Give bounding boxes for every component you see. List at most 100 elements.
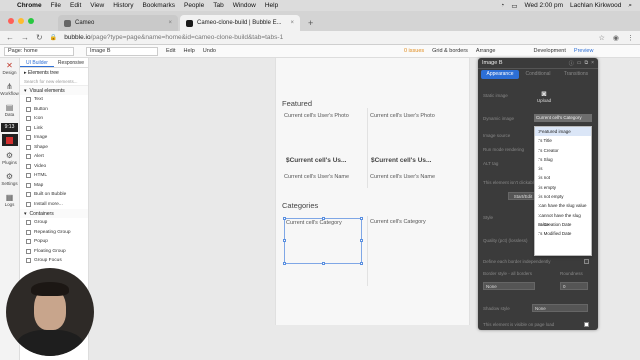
dropdown-option[interactable]: :is not empty <box>535 192 591 201</box>
dropdown-option[interactable]: :'s Title <box>535 136 591 145</box>
palette-item-install-more-[interactable]: Install more... <box>20 200 88 210</box>
dropdown-option[interactable]: :is <box>535 164 591 173</box>
browser-tab-cameo[interactable]: Cameo × <box>58 15 178 31</box>
palette-item-shape[interactable]: Shape <box>20 143 88 153</box>
palette-item-built-on-bubble[interactable]: Built on Bubble <box>20 190 88 200</box>
star-icon[interactable]: ☆ <box>599 34 605 42</box>
elements-tree-toggle[interactable]: ▸ Elements tree <box>20 68 88 78</box>
featured-name-bold-2[interactable]: $Current cell's Us... <box>371 157 431 164</box>
record-stop-button[interactable] <box>1 134 18 146</box>
dropdown-option[interactable]: :can have the slug value <box>535 201 591 210</box>
featured-name-2[interactable]: Current cell's User's Name <box>370 174 435 180</box>
palette-container-repeating-group[interactable]: Repeating Group <box>20 228 88 238</box>
resize-handle[interactable] <box>360 262 363 265</box>
resize-handle[interactable] <box>360 239 363 242</box>
borders-independent-checkbox[interactable] <box>584 259 589 264</box>
palette-container-group-focus[interactable]: Group Focus <box>20 256 88 266</box>
page-canvas[interactable]: Featured Current cell's User's Photo Cur… <box>275 58 470 325</box>
featured-name-1[interactable]: Current cell's User's Name <box>284 174 349 180</box>
menu-item-file[interactable]: File <box>51 2 61 9</box>
close-tab-icon[interactable]: × <box>290 20 294 26</box>
back-icon[interactable]: ← <box>6 33 14 42</box>
nav-logs[interactable]: ▦ Logs <box>0 190 19 211</box>
resize-handle[interactable] <box>322 217 325 220</box>
menu-item-tab[interactable]: Tab <box>213 2 223 9</box>
containers-header[interactable]: ▾ Containers <box>20 209 88 218</box>
palette-item-link[interactable]: Link <box>20 124 88 134</box>
palette-item-image[interactable]: Image <box>20 133 88 143</box>
palette-item-icon[interactable]: Icon <box>20 114 88 124</box>
palette-item-alert[interactable]: Alert <box>20 152 88 162</box>
selected-image-b[interactable]: Current cell's Category <box>283 217 363 265</box>
dropdown-option[interactable]: :'s Creator <box>535 146 591 155</box>
resize-handle[interactable] <box>283 217 286 220</box>
user-name[interactable]: Lachlan Kirkwood <box>570 2 621 9</box>
visual-elements-header[interactable]: ▾ Visual elements <box>20 86 88 95</box>
palette-container-popup[interactable]: Popup <box>20 237 88 247</box>
url-field[interactable]: bubble.io/page?type=page&name=home&id=ca… <box>64 34 283 41</box>
categories-heading[interactable]: Categories <box>282 201 318 210</box>
tab-appearance[interactable]: Appearance <box>481 70 519 79</box>
browser-tab-bubble[interactable]: Cameo-clone-build | Bubble E... × <box>180 15 300 31</box>
palette-item-text[interactable]: Text <box>20 95 88 105</box>
nav-workflow[interactable]: ⋔ Workflow <box>0 79 19 100</box>
tab-transitions[interactable]: Transitions <box>557 70 595 79</box>
close-icon[interactable]: × <box>591 60 594 67</box>
tab-ui-builder[interactable]: UI Builder <box>20 58 54 67</box>
shadow-style-select[interactable]: None <box>532 304 588 312</box>
menu-item-bookmarks[interactable]: Bookmarks <box>142 2 175 9</box>
preview-button[interactable]: Preview <box>570 48 598 54</box>
search-icon[interactable]: ⌕ <box>628 2 632 10</box>
featured-photo-2[interactable]: Current cell's User's Photo <box>370 113 435 119</box>
zoom-window-icon[interactable] <box>28 18 34 24</box>
new-tab-button[interactable]: + <box>302 18 319 31</box>
nav-data[interactable]: ▤ Data <box>0 100 19 121</box>
page-select[interactable]: Page: home <box>4 46 74 56</box>
dropdown-option[interactable]: :'s Slug <box>535 155 591 164</box>
border-style-select[interactable]: None <box>483 282 535 290</box>
nav-design[interactable]: ✕ Design <box>0 58 19 79</box>
menu-item-chrome[interactable]: Chrome <box>17 2 42 9</box>
forward-icon[interactable]: → <box>21 33 29 42</box>
tab-conditional[interactable]: Conditional <box>519 70 557 79</box>
help-menu[interactable]: Help <box>179 48 198 54</box>
element-select[interactable]: Image B <box>86 46 158 56</box>
edit-menu[interactable]: Edit <box>162 48 179 54</box>
grid-borders-menu[interactable]: Grid & borders <box>428 48 472 54</box>
palette-item-html[interactable]: HTML <box>20 171 88 181</box>
copy-icon[interactable]: ⧉ <box>585 60 589 67</box>
featured-name-bold-1[interactable]: $Current cell's Us... <box>286 157 346 164</box>
resize-handle[interactable] <box>283 262 286 265</box>
close-window-icon[interactable] <box>8 18 14 24</box>
dropdown-option[interactable]: :is not <box>535 173 591 182</box>
info-icon[interactable]: ⓘ <box>569 60 574 67</box>
branch-select[interactable]: Development <box>529 48 569 54</box>
element-search-input[interactable]: Search for new elements... <box>20 78 88 86</box>
menu-item-view[interactable]: View <box>90 2 104 9</box>
menu-item-history[interactable]: History <box>113 2 133 9</box>
dropdown-option[interactable]: :is empty <box>535 183 591 192</box>
nav-settings[interactable]: ⚙ Settings <box>0 169 19 190</box>
palette-container-group[interactable]: Group <box>20 218 88 228</box>
featured-photo-1[interactable]: Current cell's User's Photo <box>284 113 349 119</box>
menu-item-help[interactable]: Help <box>265 2 278 9</box>
reload-icon[interactable]: ↻ <box>36 33 43 42</box>
dynamic-image-field[interactable]: Current cell's Category <box>534 114 592 122</box>
category-cell-2[interactable]: Current cell's Category <box>370 219 426 225</box>
menu-icon[interactable]: ⋮ <box>627 34 634 42</box>
featured-heading[interactable]: Featured <box>282 99 312 108</box>
dropdown-option[interactable]: :'s Modified Date <box>535 229 591 238</box>
extension-icon[interactable]: ◉ <box>613 34 619 42</box>
roundness-input[interactable]: 0 <box>560 282 588 290</box>
resize-handle[interactable] <box>283 239 286 242</box>
palette-container-floating-group[interactable]: Floating Group <box>20 247 88 257</box>
upload-button[interactable]: ◙ Upload <box>536 89 552 103</box>
comment-icon[interactable]: ▭ <box>577 60 582 67</box>
arrange-menu[interactable]: Arrange <box>472 48 500 54</box>
menu-item-edit[interactable]: Edit <box>70 2 81 9</box>
close-tab-icon[interactable]: × <box>168 20 172 26</box>
visible-on-load-checkbox[interactable] <box>584 322 589 327</box>
dropdown-option[interactable]: :'s Creation Date <box>535 220 591 229</box>
dropdown-option[interactable]: :cannot have the slug value <box>535 211 591 227</box>
nav-plugins[interactable]: ⚙ Plugins <box>0 148 19 169</box>
